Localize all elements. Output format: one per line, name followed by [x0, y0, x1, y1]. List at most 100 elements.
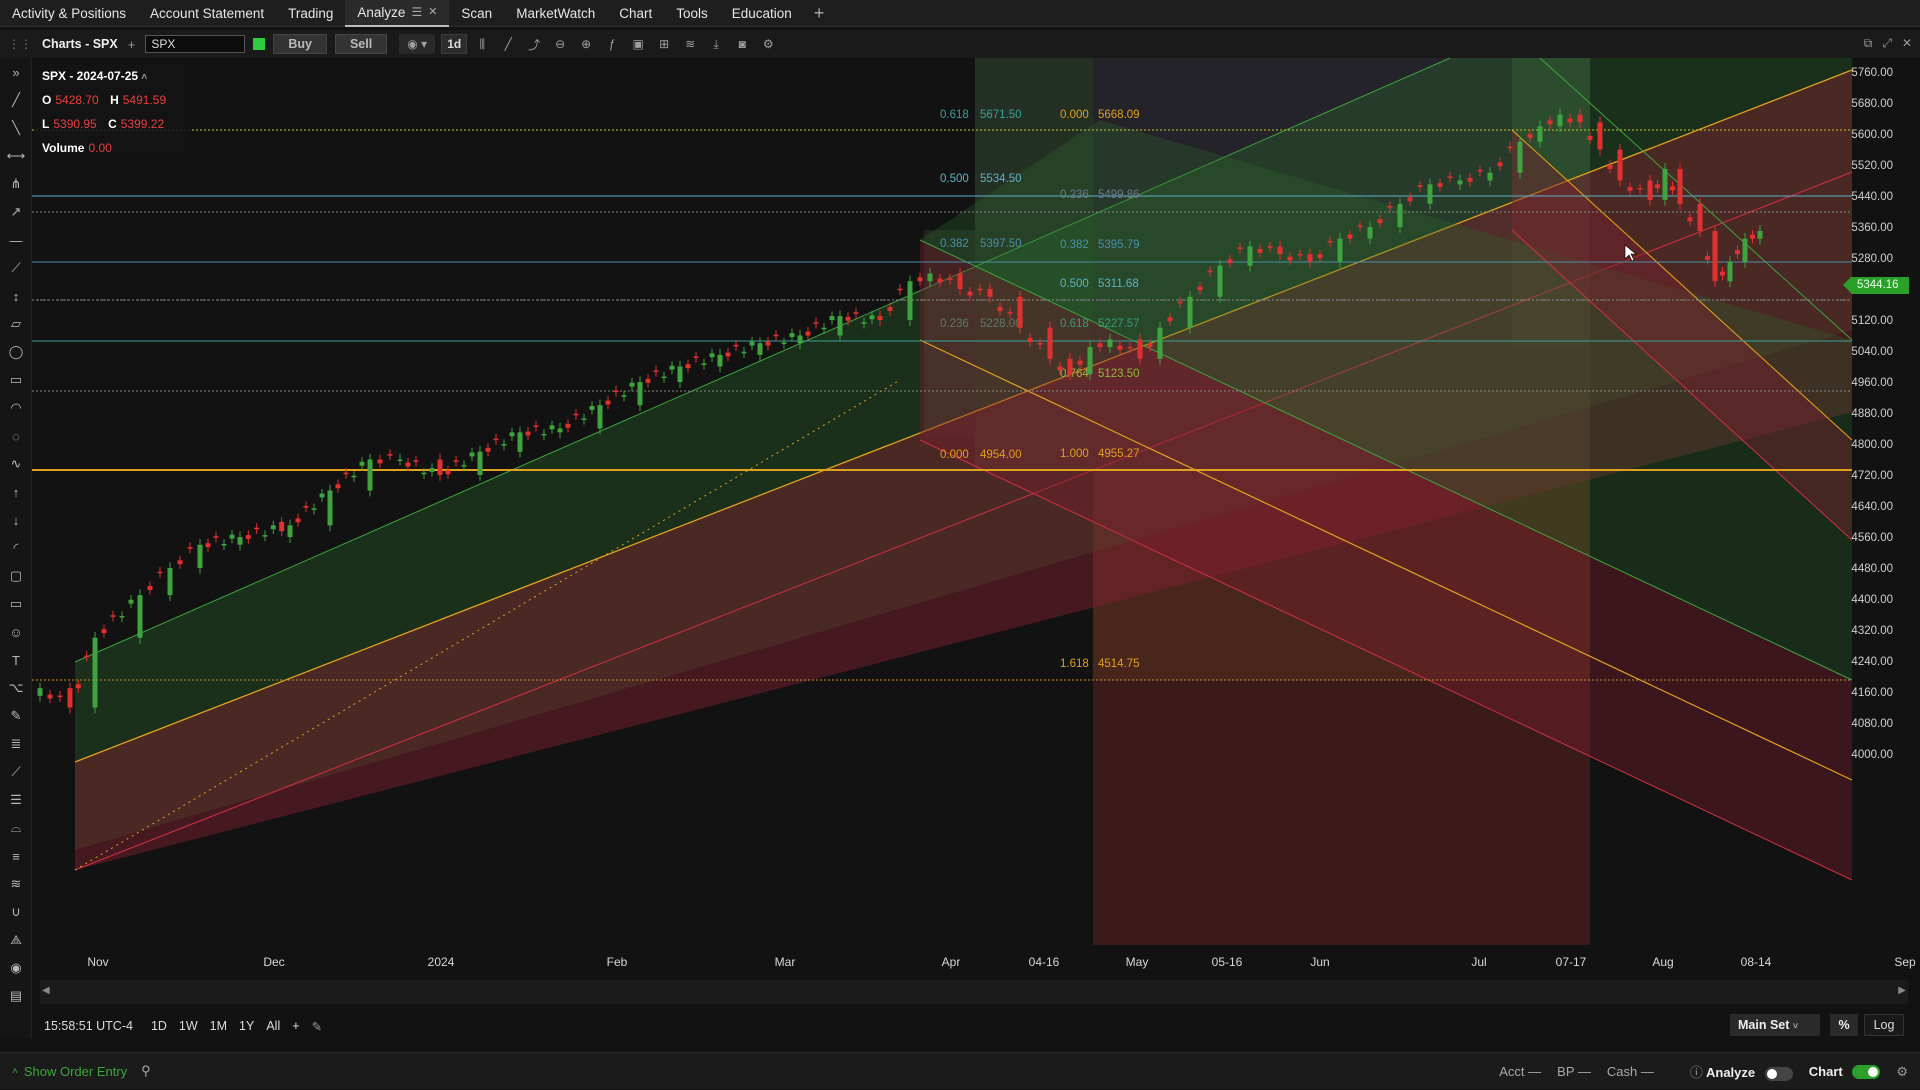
- scroll-left-icon[interactable]: ◀: [42, 985, 50, 996]
- add-range-icon[interactable]: +: [292, 1019, 299, 1033]
- settings-icon[interactable]: ⚙: [1896, 1064, 1908, 1080]
- range-1d[interactable]: 1D: [151, 1019, 167, 1033]
- price-chart[interactable]: 0.618 5671.50 0.500 5534.50 0.382 5397.50 0.23…: [32, 58, 1920, 978]
- show-order-entry-button[interactable]: ˄ Show Order Entry ⚲: [12, 1063, 151, 1079]
- candle-body: [1117, 345, 1123, 350]
- drawing-icon[interactable]: ╱: [497, 34, 519, 54]
- eraser-icon[interactable]: ✎: [0, 702, 32, 730]
- download-icon[interactable]: ⤓: [705, 34, 727, 54]
- vertical-line-icon[interactable]: ↕: [0, 282, 32, 310]
- menu-account-statement[interactable]: Account Statement: [138, 0, 276, 27]
- text-icon[interactable]: T: [0, 646, 32, 674]
- menu-activity-positions[interactable]: Activity & Positions: [0, 0, 138, 27]
- log-toggle[interactable]: Log: [1864, 1014, 1904, 1036]
- arc-icon[interactable]: ◜: [0, 534, 32, 562]
- pencil-wave-icon[interactable]: ∿: [0, 450, 32, 478]
- sell-button[interactable]: Sell: [334, 34, 388, 54]
- range-all[interactable]: All: [266, 1019, 280, 1033]
- analyze-toggle[interactable]: ⓘ Analyze: [1690, 1062, 1793, 1081]
- range-1w[interactable]: 1W: [179, 1019, 198, 1033]
- arrow-up-icon[interactable]: ↑: [0, 478, 32, 506]
- crosshair-mode-icon[interactable]: ◉ ▾: [399, 34, 436, 54]
- time-axis-label: Sep: [1894, 955, 1916, 969]
- chart-scrollbar[interactable]: ◀ ▶: [40, 980, 1908, 1004]
- settings-gear-icon[interactable]: ⚙: [757, 34, 779, 54]
- layers-icon[interactable]: ▤: [0, 982, 32, 1010]
- add-tab-icon[interactable]: +: [804, 3, 835, 24]
- menu-marketwatch[interactable]: MarketWatch: [504, 0, 607, 27]
- main-set-dropdown[interactable]: Main Set ˅: [1730, 1014, 1820, 1036]
- magnet-icon[interactable]: ∪: [0, 898, 32, 926]
- scroll-right-icon[interactable]: ▶: [1898, 985, 1906, 996]
- chart-canvas[interactable]: 0.618 5671.50 0.500 5534.50 0.382 5397.50 0.23…: [32, 58, 1920, 978]
- hamburger-icon[interactable]: ☰: [411, 0, 422, 26]
- paint-icon[interactable]: ⟁: [0, 926, 32, 954]
- menu-scan[interactable]: Scan: [449, 0, 504, 27]
- price-axis-label: 4640.00: [1851, 501, 1893, 513]
- edit-pencil-icon[interactable]: ✎: [312, 1019, 322, 1034]
- range-1y[interactable]: 1Y: [239, 1019, 254, 1033]
- pin-icon[interactable]: ⚲: [141, 1063, 151, 1079]
- eye-icon[interactable]: ◉: [0, 954, 32, 982]
- parallel-channel-icon[interactable]: ▱: [0, 310, 32, 338]
- maximize-icon[interactable]: ⤢: [1882, 36, 1892, 51]
- drag-handle-icon[interactable]: ⋮⋮: [8, 37, 32, 51]
- close-icon[interactable]: ✕: [428, 0, 437, 26]
- candle-body: [101, 629, 107, 634]
- arrow-down-icon[interactable]: ↓: [0, 506, 32, 534]
- analyze-switch[interactable]: [1764, 1066, 1793, 1081]
- gann-icon[interactable]: ☰: [0, 786, 32, 814]
- trendline-icon[interactable]: ╱: [0, 86, 32, 114]
- curve-icon[interactable]: ◠: [0, 394, 32, 422]
- menu-trading[interactable]: Trading: [276, 0, 345, 27]
- link-color-icon[interactable]: [253, 38, 266, 50]
- elliott-icon[interactable]: ≋: [0, 870, 32, 898]
- candle-body: [254, 527, 260, 530]
- close-window-icon[interactable]: ✕: [1902, 36, 1912, 51]
- detach-window-icon[interactable]: ⧉: [1864, 36, 1873, 51]
- extended-line-icon[interactable]: —: [0, 226, 32, 254]
- timeframe-button[interactable]: 1d: [441, 34, 468, 54]
- emoji-icon[interactable]: ☺: [0, 618, 32, 646]
- candle-body: [757, 343, 763, 355]
- buy-button[interactable]: Buy: [273, 34, 327, 54]
- fib-arc-icon[interactable]: ⌓: [0, 814, 32, 842]
- ray-icon[interactable]: ╲: [0, 114, 32, 142]
- ohlc-header[interactable]: SPX - 2024-07-25 ˄: [42, 64, 182, 88]
- camera-icon[interactable]: ◙: [731, 34, 753, 54]
- fib-fan-icon[interactable]: ⟋: [0, 758, 32, 786]
- range-1m[interactable]: 1M: [210, 1019, 227, 1033]
- zoom-out-icon[interactable]: ⊖: [549, 34, 571, 54]
- image-icon[interactable]: ▣: [627, 34, 649, 54]
- chart-style-icon[interactable]: ⫼: [471, 34, 493, 54]
- pitchfork-icon[interactable]: ⋔: [0, 170, 32, 198]
- lasso-icon[interactable]: ◌: [0, 422, 32, 450]
- horizontal-line-icon[interactable]: ⟷: [0, 142, 32, 170]
- menu-tools[interactable]: Tools: [664, 0, 720, 27]
- expand-icon[interactable]: »: [0, 58, 32, 86]
- fib-retracement-icon[interactable]: ≣: [0, 730, 32, 758]
- callout-icon[interactable]: ▢: [0, 562, 32, 590]
- percent-toggle[interactable]: %: [1830, 1014, 1858, 1036]
- zoom-in-icon[interactable]: ⊕: [575, 34, 597, 54]
- add-chart-icon[interactable]: +: [128, 37, 136, 52]
- symbol-input[interactable]: [145, 35, 246, 53]
- rectangle-icon[interactable]: ▭: [0, 366, 32, 394]
- menu-analyze[interactable]: Analyze ☰ ✕: [345, 0, 450, 27]
- arrow-line-icon[interactable]: ↗: [0, 198, 32, 226]
- studies-icon[interactable]: ⤴: [523, 34, 545, 54]
- fib-channel-icon[interactable]: ≡: [0, 842, 32, 870]
- menu-education[interactable]: Education: [720, 0, 804, 27]
- time-axis-label: 04-16: [1029, 955, 1060, 969]
- chart-toggle[interactable]: Chart: [1809, 1064, 1881, 1080]
- chart-switch[interactable]: [1852, 1065, 1881, 1080]
- function-icon[interactable]: ƒ: [601, 34, 623, 54]
- layers-stack-icon[interactable]: ≋: [679, 34, 701, 54]
- comment-icon[interactable]: ▭: [0, 590, 32, 618]
- brush-icon[interactable]: ⌥: [0, 674, 32, 702]
- candle-body: [509, 432, 515, 437]
- info-line-icon[interactable]: ⟋: [0, 254, 32, 282]
- grid-layout-icon[interactable]: ⊞: [653, 34, 675, 54]
- menu-chart[interactable]: Chart: [607, 0, 664, 27]
- ellipse-icon[interactable]: ◯: [0, 338, 32, 366]
